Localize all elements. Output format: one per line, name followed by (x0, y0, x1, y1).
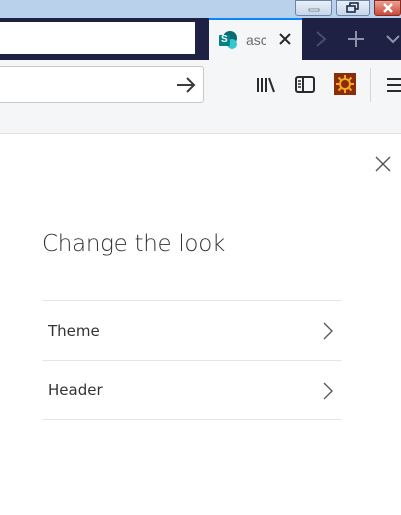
window-restore-button[interactable] (336, 0, 370, 16)
change-the-look-panel: Change the look Theme Header (0, 135, 401, 515)
chevron-right-icon[interactable] (311, 28, 331, 50)
option-label: Header (48, 381, 103, 399)
url-bar[interactable] (0, 66, 204, 103)
arrow-right-icon[interactable] (175, 75, 197, 95)
close-icon (382, 3, 393, 13)
theme-option[interactable]: Theme (42, 300, 342, 360)
minimize-icon (308, 8, 319, 12)
extension-icon[interactable] (334, 73, 356, 95)
tab-close-icon[interactable] (276, 30, 294, 48)
navigation-toolbar (0, 60, 401, 108)
tab-strip: S asc (0, 18, 401, 60)
option-list: Theme Header (42, 300, 342, 420)
background-tab-area[interactable] (0, 22, 195, 54)
option-label: Theme (48, 321, 100, 340)
sidebar-icon[interactable] (294, 74, 316, 96)
panel-title: Change the look (42, 231, 225, 257)
chevron-right-icon (323, 382, 333, 400)
chevron-right-icon (323, 322, 333, 340)
library-icon[interactable] (255, 74, 277, 96)
window-titlebar (0, 0, 401, 18)
window-close-button[interactable] (374, 0, 401, 16)
header-option[interactable]: Header (42, 360, 342, 420)
plus-icon[interactable] (344, 27, 368, 51)
hamburger-menu-icon[interactable] (385, 74, 401, 96)
close-icon[interactable] (374, 155, 392, 173)
page-header-area (0, 108, 401, 134)
restore-icon (346, 2, 359, 13)
favicon-letter: S (221, 34, 228, 45)
tab-title: asc (246, 32, 266, 48)
toolbar-separator (370, 68, 371, 102)
chevron-down-icon[interactable] (384, 30, 401, 48)
sharepoint-icon: S (218, 30, 238, 50)
active-tab[interactable]: S asc (209, 18, 302, 60)
window-minimize-button[interactable] (295, 0, 332, 16)
